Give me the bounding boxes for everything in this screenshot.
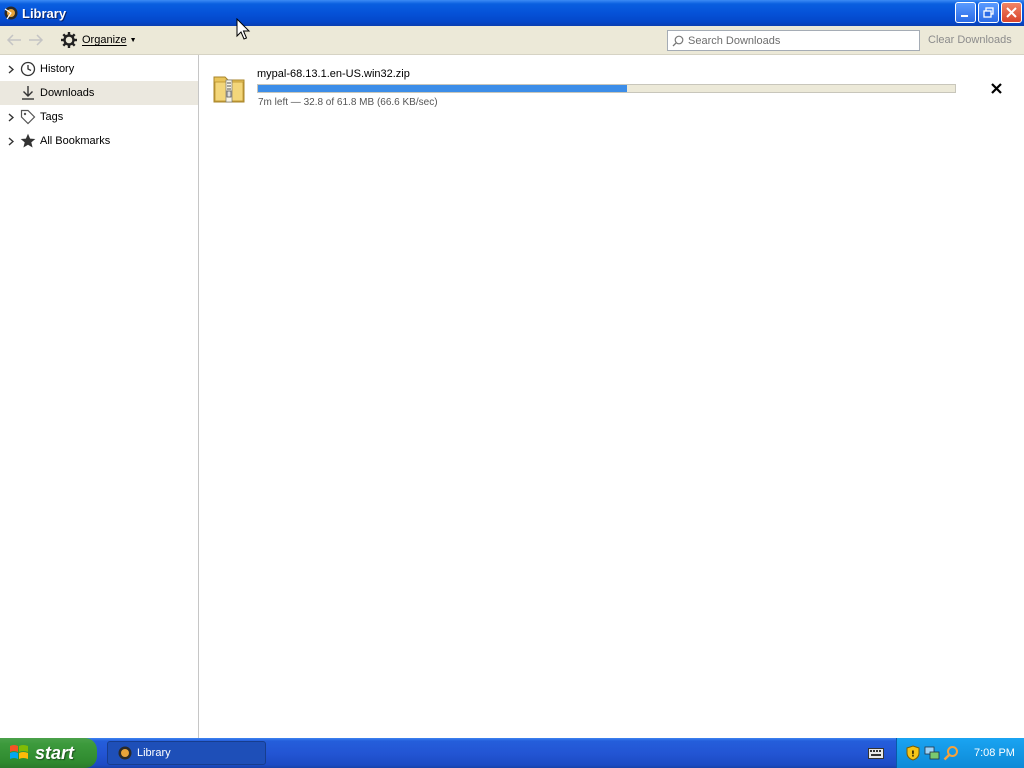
back-arrow-icon	[6, 34, 21, 46]
expand-chevron-icon[interactable]	[6, 112, 16, 122]
app-icon	[118, 746, 132, 760]
expand-chevron-icon[interactable]	[6, 136, 16, 146]
library-sidebar: History Downloads Tags All Bookmarks	[0, 55, 199, 738]
sidebar-item-label: All Bookmarks	[40, 135, 111, 147]
sidebar-item-label: History	[40, 63, 75, 75]
taskbar-button-library[interactable]: Library	[107, 741, 266, 765]
download-item[interactable]: mypal-68.13.1.en-US.win32.zip 7m left — …	[200, 65, 1024, 115]
tag-icon	[19, 108, 37, 126]
sidebar-item-label: Downloads	[40, 87, 95, 99]
download-icon	[19, 84, 37, 102]
start-button[interactable]: start	[0, 738, 97, 768]
sidebar-item-tags[interactable]: Tags	[0, 105, 198, 129]
gear-icon	[61, 32, 77, 48]
star-icon	[19, 132, 37, 150]
windows-logo-icon	[10, 745, 28, 759]
cancel-download-button[interactable]	[988, 80, 1004, 96]
sidebar-item-downloads[interactable]: Downloads	[0, 81, 198, 105]
sidebar-item-all-bookmarks[interactable]: All Bookmarks	[0, 129, 198, 153]
search-downloads-field[interactable]	[667, 30, 920, 51]
system-tray: ! 7:08 PM	[896, 738, 1024, 768]
search-icon[interactable]	[943, 745, 959, 761]
download-status: 7m left — 32.8 of 61.8 MB (66.6 KB/sec)	[258, 97, 438, 108]
start-label: start	[35, 742, 75, 763]
forward-arrow-icon	[29, 34, 44, 46]
app-icon	[4, 6, 18, 20]
minimize-button[interactable]	[955, 2, 976, 23]
downloads-list: mypal-68.13.1.en-US.win32.zip 7m left — …	[200, 55, 1024, 738]
download-progress-bar	[257, 84, 956, 93]
clock-icon	[19, 60, 37, 78]
sidebar-item-history[interactable]: History	[0, 57, 198, 81]
keyboard-icon[interactable]	[868, 746, 884, 760]
svg-text:!: !	[911, 750, 915, 759]
library-toolbar: Organize ▼ Clear Downloads	[0, 26, 1024, 55]
sidebar-item-label: Tags	[40, 111, 64, 123]
security-shield-icon[interactable]: !	[905, 745, 921, 761]
minimize-icon	[961, 15, 968, 17]
taskbar-button-label: Library	[137, 747, 171, 759]
search-icon	[672, 35, 684, 46]
forward-button[interactable]	[26, 30, 46, 50]
back-button[interactable]	[4, 30, 24, 50]
taskbar: start Library ! 7:08 PM	[0, 738, 1024, 768]
organize-menu-button[interactable]: Organize ▼	[60, 31, 137, 49]
clear-downloads-button[interactable]: Clear Downloads	[928, 34, 1012, 46]
close-icon	[1006, 7, 1017, 18]
restore-button[interactable]	[978, 2, 999, 23]
window-titlebar[interactable]: Library	[0, 0, 1024, 26]
organize-label: Organize	[82, 34, 127, 46]
close-icon	[990, 82, 1002, 94]
search-downloads-input[interactable]	[688, 34, 908, 47]
restore-icon	[983, 7, 994, 18]
dropdown-arrow-icon: ▼	[129, 36, 137, 44]
window-title: Library	[22, 5, 67, 21]
download-progress-fill	[258, 85, 628, 92]
mouse-cursor-icon	[236, 18, 251, 40]
taskbar-clock: 7:08 PM	[974, 747, 1015, 759]
zip-file-icon	[213, 76, 245, 103]
network-icon[interactable]	[924, 745, 940, 761]
download-filename: mypal-68.13.1.en-US.win32.zip	[257, 68, 410, 80]
close-window-button[interactable]	[1001, 2, 1022, 23]
expand-chevron-icon[interactable]	[6, 64, 16, 74]
